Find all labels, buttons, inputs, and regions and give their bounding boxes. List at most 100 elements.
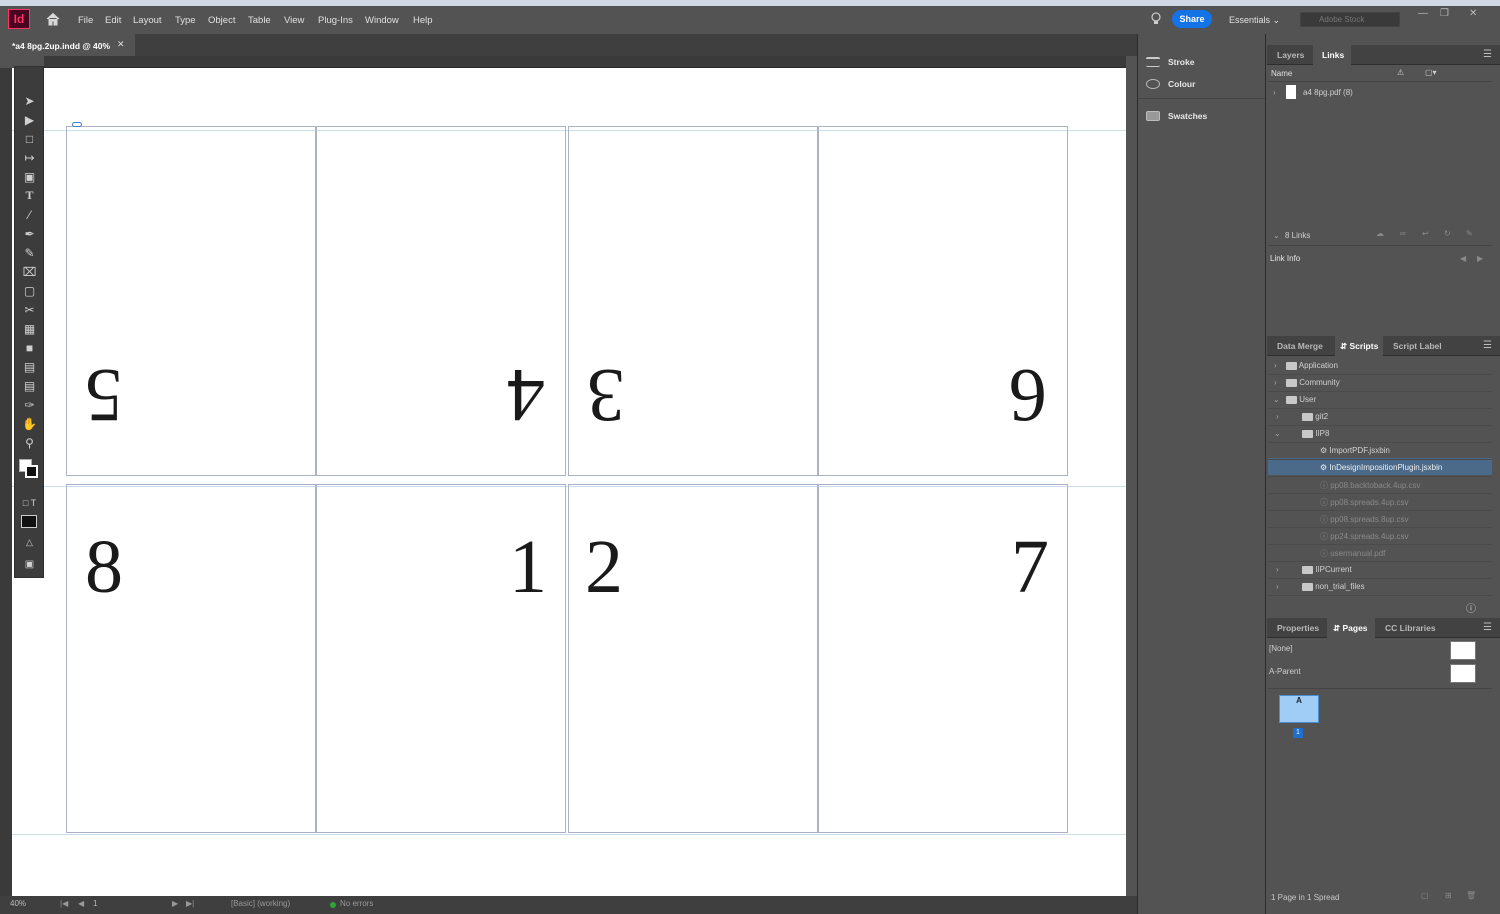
free-transform-tool-icon[interactable]: ▦ [21, 321, 38, 336]
previous-link-icon[interactable]: ◀ [1460, 254, 1466, 263]
view-mode-icon[interactable]: ▣ [21, 557, 38, 572]
tab-data-merge[interactable]: Data Merge [1277, 341, 1323, 351]
page-2[interactable]: 2 [568, 484, 818, 833]
workspace-switcher[interactable]: Essentials ⌄ [1229, 15, 1280, 26]
eyedropper-tool-icon[interactable]: ✑ [21, 397, 38, 412]
cc-link-icon[interactable]: ☁ [1376, 229, 1384, 238]
zoom-tool-icon[interactable]: ⚲ [21, 435, 38, 450]
type-tool-icon[interactable]: T [21, 188, 38, 203]
edit-page-size-icon[interactable]: ▢ [1421, 891, 1429, 900]
name-column-header[interactable]: Name [1271, 69, 1292, 78]
share-button[interactable]: Share [1172, 10, 1212, 28]
page-5[interactable]: 5 [66, 126, 316, 476]
chevron-down-icon[interactable]: ⌄ [1273, 231, 1280, 240]
note-tool-icon[interactable]: ▤ [21, 378, 38, 393]
rectangle-tool-icon[interactable]: ▢ [21, 283, 38, 298]
line-tool-icon[interactable]: ⁄ [21, 207, 38, 222]
page-6[interactable]: 6 [818, 126, 1068, 476]
page-1[interactable]: 1 [316, 484, 566, 833]
apply-color-icon[interactable] [21, 515, 37, 528]
close-window-icon[interactable]: ✕ [1469, 8, 1477, 19]
tree-folder-iipcurrent[interactable]: IIPCurrent [1302, 565, 1352, 574]
document-tab[interactable]: *a4 8pg.2up.indd @ 40% [0, 34, 135, 56]
tree-folder-community[interactable]: Community [1286, 378, 1340, 387]
page-number-badge[interactable]: 1 [1293, 728, 1303, 738]
previous-page-icon[interactable]: ◀ [78, 899, 84, 908]
first-page-icon[interactable]: |◀ [60, 899, 68, 908]
collapse-chevron-icon[interactable]: ⌄ [1273, 395, 1280, 404]
swatches-panel-button[interactable]: Swatches [1146, 111, 1207, 121]
page-number-field[interactable]: 1 [93, 899, 97, 908]
home-icon[interactable] [46, 12, 60, 26]
go-to-link-icon[interactable]: ↩ [1422, 229, 1429, 238]
tree-file-spreads-4up[interactable]: ⓘ pp08.spreads.4up.csv [1320, 497, 1409, 508]
colour-panel-button[interactable]: Colour [1146, 79, 1195, 89]
new-page-icon[interactable]: ⊞ [1445, 891, 1452, 900]
tree-folder-git2[interactable]: git2 [1302, 412, 1328, 421]
menu-help[interactable]: Help [413, 15, 433, 26]
expand-chevron-icon[interactable]: › [1274, 361, 1277, 370]
tab-links[interactable]: Links [1322, 50, 1344, 60]
pen-tool-icon[interactable]: ✒ [21, 226, 38, 241]
page-thumbnail[interactable]: A [1279, 695, 1319, 723]
last-page-icon[interactable]: ▶| [186, 899, 194, 908]
tab-layers[interactable]: Layers [1277, 50, 1304, 60]
expand-chevron-icon[interactable]: › [1276, 565, 1279, 574]
menu-table[interactable]: Table [248, 15, 271, 26]
tree-folder-iip8[interactable]: IIP8 [1302, 429, 1329, 438]
update-link-icon[interactable]: ↻ [1444, 229, 1451, 238]
tree-file-usermanual[interactable]: ⓘ usermanual.pdf [1320, 548, 1385, 559]
chain-link-icon[interactable] [72, 122, 82, 127]
menu-plugins[interactable]: Plug-Ins [318, 15, 353, 26]
tree-script-importpdf[interactable]: ⚙ ImportPDF.jsxbin [1320, 446, 1390, 455]
document-canvas[interactable]: 5 4 3 6 8 1 2 7 [12, 68, 1126, 896]
expand-chevron-icon[interactable]: › [1276, 582, 1279, 591]
relink-icon[interactable]: ∞ [1400, 229, 1406, 238]
preflight-errors[interactable]: No errors [340, 899, 373, 908]
next-page-icon[interactable]: ▶ [172, 899, 178, 908]
parent-none-label[interactable]: [None] [1269, 644, 1293, 653]
horizontal-ruler[interactable] [44, 56, 1126, 68]
warning-column-icon[interactable]: ⚠ [1397, 68, 1404, 77]
panel-menu-icon[interactable]: ☰ [1483, 622, 1492, 633]
menu-type[interactable]: Type [175, 15, 196, 26]
edit-original-icon[interactable]: ✎ [1466, 229, 1473, 238]
zoom-level[interactable]: 40% [10, 899, 26, 908]
page-column-icon[interactable]: ▢▾ [1425, 68, 1437, 77]
gap-tool-icon[interactable]: ↦ [21, 150, 38, 165]
content-collector-icon[interactable]: ▣ [21, 169, 38, 184]
menu-layout[interactable]: Layout [133, 15, 162, 26]
page-8[interactable]: 8 [66, 484, 316, 833]
preflight-profile[interactable]: [Basic] (working) [231, 899, 290, 908]
collapse-chevron-icon[interactable]: ⌄ [1274, 429, 1281, 438]
tree-file-spreads-8up[interactable]: ⓘ pp08.spreads.8up.csv [1320, 514, 1409, 525]
minimize-icon[interactable]: — [1418, 8, 1428, 19]
next-link-icon[interactable]: ▶ [1477, 254, 1483, 263]
page-3[interactable]: 3 [568, 126, 818, 476]
menu-file[interactable]: File [78, 15, 93, 26]
screen-mode-icon[interactable]: △ [21, 535, 38, 550]
panel-menu-icon[interactable]: ☰ [1483, 340, 1492, 351]
page-4[interactable]: 4 [316, 126, 566, 476]
stroke-panel-button[interactable]: Stroke [1146, 57, 1194, 67]
menu-window[interactable]: Window [365, 15, 399, 26]
vertical-ruler[interactable] [0, 68, 12, 896]
tree-file-backtoback-4up[interactable]: ⓘ pp08.backtoback.4up.csv [1320, 480, 1421, 491]
formatting-affects-icon[interactable]: □ T [21, 495, 38, 510]
expand-chevron-icon[interactable]: › [1276, 412, 1279, 421]
panel-menu-icon[interactable]: ☰ [1483, 49, 1492, 60]
pencil-tool-icon[interactable]: ✎ [21, 245, 38, 260]
page-7[interactable]: 7 [818, 484, 1068, 833]
menu-object[interactable]: Object [208, 15, 235, 26]
restore-icon[interactable]: ❐ [1440, 8, 1449, 19]
scissors-tool-icon[interactable]: ✂ [21, 302, 38, 317]
tree-folder-user[interactable]: User [1286, 395, 1316, 404]
close-tab-icon[interactable]: ✕ [117, 39, 125, 50]
tab-cc-libraries[interactable]: CC Libraries [1385, 623, 1436, 633]
rectangle-frame-tool-icon[interactable]: ⌧ [21, 264, 38, 279]
menu-edit[interactable]: Edit [105, 15, 121, 26]
a-parent-thumbnail[interactable] [1450, 664, 1476, 683]
link-info-label[interactable]: Link Info [1270, 254, 1300, 263]
tree-folder-application[interactable]: Application [1286, 361, 1338, 370]
tab-pages[interactable]: ⇵ Pages [1333, 623, 1368, 634]
